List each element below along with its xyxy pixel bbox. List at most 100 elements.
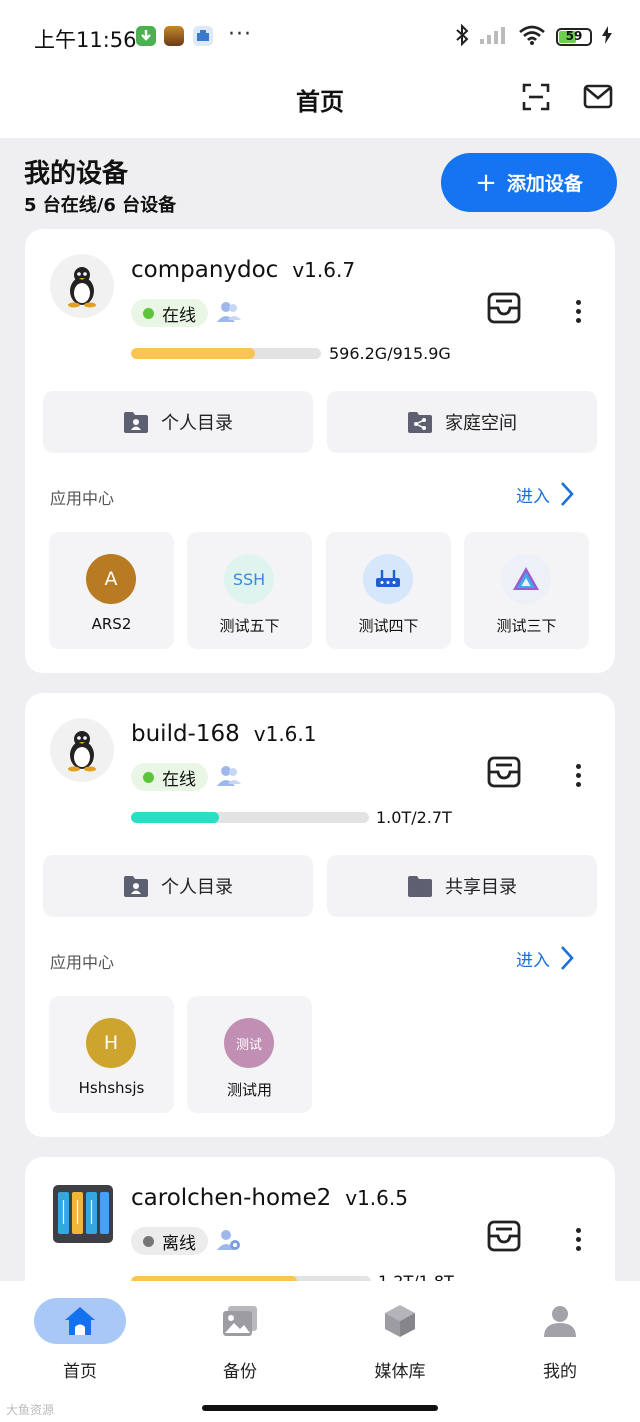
offline-dot-icon <box>143 1235 154 1247</box>
storage-text: 1.0T/2.7T <box>376 808 452 827</box>
personal-directory-button[interactable]: 个人目录 <box>43 855 313 917</box>
home-indicator[interactable] <box>202 1405 438 1411</box>
wifi-icon <box>518 25 546 49</box>
device-version: v1.6.7 <box>292 258 356 282</box>
linux-os-avatar <box>50 718 114 782</box>
enter-app-center-link[interactable]: 进入 <box>516 481 574 507</box>
storage-usage-bar <box>131 812 369 823</box>
signal-icon <box>480 26 508 48</box>
status-text: 离线 <box>162 1233 196 1254</box>
user-settings-icon[interactable] <box>216 1228 242 1256</box>
status-icons: 59 <box>454 23 612 50</box>
app-name: 测试用 <box>226 1081 272 1099</box>
messages-button[interactable] <box>580 79 616 115</box>
status-badge: 在线 <box>131 299 208 327</box>
scan-button[interactable] <box>518 79 554 115</box>
personal-directory-button[interactable]: 个人目录 <box>43 391 313 453</box>
device-version: v1.6.1 <box>253 722 317 746</box>
more-options-icon[interactable] <box>573 300 583 323</box>
status-text: 在线 <box>162 769 196 790</box>
device-name-text: companydoc <box>131 257 279 283</box>
inbox-button[interactable] <box>487 756 521 792</box>
directory-label: 个人目录 <box>161 877 233 898</box>
bluetooth-icon <box>454 23 470 50</box>
app-letter-icon: H <box>86 1018 136 1068</box>
penguin-icon <box>68 731 96 772</box>
family-space-button[interactable]: 家庭空间 <box>327 391 597 453</box>
scan-icon <box>522 83 550 111</box>
nav-media-library[interactable]: 媒体库 <box>345 1298 455 1382</box>
linux-os-avatar <box>50 254 114 318</box>
my-devices-title: 我的设备 <box>24 159 129 189</box>
add-device-button[interactable]: + 添加设备 <box>441 153 617 212</box>
device-name: build-168 v1.6.1 <box>131 721 317 747</box>
charging-icon <box>602 26 612 48</box>
app-tile[interactable]: H Hshshsjs <box>49 996 174 1113</box>
folder-user-icon <box>124 412 148 433</box>
app-tile[interactable]: 测试三下 <box>464 532 589 649</box>
more-options-icon[interactable] <box>573 1228 583 1251</box>
app-name: 测试五下 <box>219 617 280 635</box>
online-dot-icon <box>143 771 154 783</box>
penguin-icon <box>68 267 96 308</box>
gallery-icon <box>194 1298 286 1344</box>
shared-users-icon[interactable] <box>216 300 242 328</box>
watermark: 大鱼资源 <box>6 1403 55 1417</box>
app-tile[interactable]: A ARS2 <box>49 532 174 649</box>
device-name: companydoc v1.6.7 <box>131 257 355 283</box>
nav-home[interactable]: 首页 <box>25 1298 135 1382</box>
app-name: Hshshsjs <box>78 1079 145 1097</box>
storage-usage-bar <box>131 348 321 359</box>
app-center-label: 应用中心 <box>50 489 115 508</box>
home-icon <box>34 1298 126 1344</box>
app-notification-icon <box>193 26 213 46</box>
app-tile[interactable]: SSH 测试五下 <box>187 532 312 649</box>
inbox-button[interactable] <box>487 292 521 328</box>
enter-label: 进入 <box>516 950 550 971</box>
nas-device-icon <box>52 1184 114 1248</box>
enter-label: 进入 <box>516 486 550 507</box>
mail-icon <box>583 84 613 109</box>
enter-app-center-link[interactable]: 进入 <box>516 945 574 971</box>
device-name-text: build-168 <box>131 721 240 747</box>
cube-icon <box>354 1298 446 1344</box>
device-version: v1.6.5 <box>345 1186 408 1210</box>
shared-users-icon[interactable] <box>216 764 242 792</box>
nav-label: 首页 <box>63 1362 97 1382</box>
app-name: ARS2 <box>91 615 132 633</box>
shared-directory-button[interactable]: 共享目录 <box>327 855 597 917</box>
device-count: 5 台在线/6 台设备 <box>24 195 177 216</box>
add-device-label: 添加设备 <box>506 173 583 195</box>
status-badge: 在线 <box>131 763 208 791</box>
storage-usage-fill <box>131 812 220 823</box>
nav-label: 我的 <box>543 1362 577 1382</box>
folder-share-icon <box>408 412 432 433</box>
app-tile[interactable]: 测试四下 <box>326 532 451 649</box>
folder-user-icon <box>124 876 148 897</box>
status-badge: 离线 <box>131 1227 208 1255</box>
status-text: 在线 <box>162 305 196 326</box>
nav-label: 备份 <box>223 1362 257 1382</box>
app-name: 测试四下 <box>358 617 419 635</box>
router-icon <box>363 554 413 604</box>
nav-mine[interactable]: 我的 <box>505 1298 615 1382</box>
directory-label: 共享目录 <box>445 877 517 898</box>
inbox-button[interactable] <box>487 1220 521 1256</box>
ssh-icon: SSH <box>224 554 274 604</box>
storage-usage-fill <box>131 348 255 359</box>
inbox-tray-icon <box>487 756 521 788</box>
app-name: 测试三下 <box>496 617 557 635</box>
more-options-icon[interactable] <box>573 764 583 787</box>
status-time: 上午11:56 <box>34 28 137 52</box>
inbox-tray-icon <box>487 292 521 324</box>
app-center-label: 应用中心 <box>50 953 115 972</box>
directory-label: 个人目录 <box>161 413 233 434</box>
online-dot-icon <box>143 307 154 319</box>
nav-backup[interactable]: 备份 <box>185 1298 295 1382</box>
battery-icon: 59 <box>556 28 592 46</box>
storage-text: 596.2G/915.9G <box>329 344 451 363</box>
chevron-right-icon <box>561 946 574 970</box>
battery-level: 59 <box>565 29 583 43</box>
device-name-text: carolchen-home2 <box>131 1185 332 1211</box>
app-tile[interactable]: 测试 测试用 <box>187 996 312 1113</box>
